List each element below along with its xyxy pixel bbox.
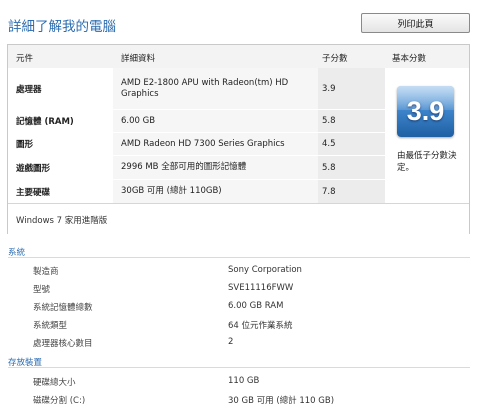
windows-edition: Windows 7 家用進階版 [16, 216, 108, 226]
component-subscore: 4.5 [318, 133, 385, 155]
header-details: 詳細資料 [121, 54, 156, 64]
score-table: 元件 詳細資料 子分數 基本分數 處理器 AMD E2-1800 APU wit… [7, 44, 470, 234]
info-label: 製造商 [33, 267, 59, 277]
windows-edition-row: Windows 7 家用進階版 [8, 203, 469, 234]
base-score-column: 3.9 由最低子分數決定。 [385, 68, 469, 203]
component-name: 主要硬碟 [8, 180, 113, 203]
page-title: 詳細了解我的電腦 [8, 19, 116, 35]
component-subscore: 5.8 [318, 156, 385, 179]
component-subscore: 7.8 [318, 180, 385, 203]
info-label: 系統記憶體總數 [33, 303, 93, 313]
info-label: 硬碟總大小 [33, 378, 76, 388]
component-name: 記憶體 (RAM) [8, 110, 113, 132]
info-label: 處理器核心數目 [33, 339, 93, 349]
component-name: 處理器 [8, 68, 113, 109]
component-details: 6.00 GB [113, 110, 318, 132]
info-value: 64 位元作業系統 [228, 321, 293, 331]
info-label: 磁碟分割 (C:) [33, 396, 86, 406]
score-table-header: 元件 詳細資料 子分數 基本分數 [8, 45, 469, 69]
info-value: 2 [228, 337, 234, 347]
header-base-score: 基本分數 [392, 54, 427, 64]
component-details: AMD E2-1800 APU with Radeon(tm) HD Graph… [113, 68, 318, 109]
info-value: 110 GB [228, 376, 260, 386]
info-value: 30 GB 可用 (總計 110 GB) [228, 396, 335, 406]
info-label: 系統類型 [33, 321, 68, 331]
info-value: 6.00 GB RAM [228, 301, 284, 311]
base-score-badge: 3.9 [397, 86, 454, 137]
print-page-button[interactable]: 列印此頁 [361, 13, 470, 33]
section-divider [8, 257, 470, 258]
component-subscore: 5.8 [318, 110, 385, 132]
header-subscore: 子分數 [322, 54, 348, 64]
section-divider [8, 367, 470, 368]
component-name: 圖形 [8, 133, 113, 155]
component-subscore: 3.9 [318, 68, 385, 109]
header-component: 元件 [16, 54, 34, 64]
component-name: 遊戲圖形 [8, 156, 113, 179]
component-details: AMD Radeon HD 7300 Series Graphics [113, 133, 318, 155]
component-details: 2996 MB 全部可用的圖形記憶體 [113, 156, 318, 179]
component-details: 30GB 可用 (總計 110GB) [113, 180, 318, 203]
info-value: Sony Corporation [228, 265, 302, 275]
info-value: SVE11116FWW [228, 283, 294, 293]
base-score-value: 3.9 [406, 96, 445, 126]
info-label: 型號 [33, 285, 51, 295]
base-score-note: 由最低子分數決定。 [397, 151, 457, 173]
